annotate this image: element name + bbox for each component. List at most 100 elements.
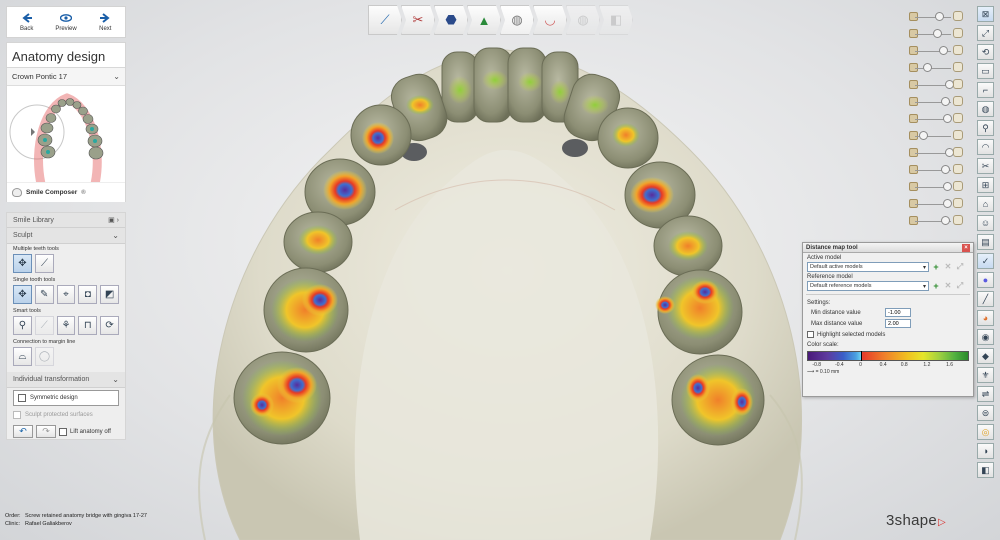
close-view-button[interactable]: ⊠	[977, 6, 994, 22]
active-model-select[interactable]: Default active models ▾	[807, 262, 929, 272]
scanbody-button[interactable]: ⌂	[977, 196, 994, 212]
smooth-teeth-tool[interactable]: ⟋	[35, 254, 54, 273]
visibility-slider[interactable]	[905, 76, 965, 93]
clip-button[interactable]: ✂	[977, 158, 994, 174]
visibility-slider[interactable]	[905, 144, 965, 161]
edit-icon[interactable]: ⤢	[955, 262, 965, 272]
eye-icon	[59, 14, 72, 22]
visibility-slider[interactable]	[905, 93, 965, 110]
box-button[interactable]: ◧	[977, 462, 994, 478]
slider-button[interactable]: ⇌	[977, 386, 994, 402]
model-icon	[953, 215, 963, 225]
chevron-down-icon: ⌄	[112, 375, 119, 384]
close-icon[interactable]: ×	[962, 243, 970, 252]
fit-view-button[interactable]: ⤢	[977, 25, 994, 41]
margin-smooth-tool[interactable]: ◯	[35, 347, 54, 366]
library-button[interactable]: ▤	[977, 234, 994, 250]
model-icon	[953, 181, 963, 191]
min-distance-label: Min distance value	[811, 309, 861, 316]
contact-tool[interactable]: ⚲	[13, 316, 32, 335]
check-button[interactable]: ✓	[977, 253, 994, 269]
layers-button[interactable]: ⊜	[977, 405, 994, 421]
scale-tick: -0.8	[812, 362, 822, 368]
frame-button[interactable]: ⊞	[977, 177, 994, 193]
step-abutment[interactable]: ▲	[467, 5, 501, 35]
single-tooth-label: Single tooth tools	[13, 277, 56, 283]
step-final[interactable]: ◧	[599, 5, 633, 35]
workflow-steps-toolbar: ⟋ ✂ ⬣ ▲ ◍ ◡ ◍ ◧	[368, 5, 633, 35]
scale-tick: 1.2	[923, 362, 931, 368]
edit-icon[interactable]: ⤢	[955, 281, 965, 291]
visibility-slider[interactable]	[905, 25, 965, 42]
step-gingiva[interactable]: ◡	[533, 5, 567, 35]
distance-map-tool-window: Distance map tool × Active model Default…	[802, 242, 974, 397]
margin-connect-tool[interactable]: ⌓	[13, 347, 32, 366]
remove-icon[interactable]: ✕	[943, 281, 953, 291]
blob-button[interactable]: ●	[977, 272, 994, 288]
rotate-view-button[interactable]: ⟲	[977, 44, 994, 60]
visibility-slider[interactable]	[905, 195, 965, 212]
tooth-chart-widget[interactable]	[7, 86, 125, 185]
redo-button[interactable]: ↷	[36, 425, 56, 438]
individual-transformation-header[interactable]: Individual transformation ⌄	[7, 372, 125, 388]
add-icon[interactable]: +	[931, 262, 941, 272]
tooth-arch-diagram[interactable]	[7, 86, 125, 185]
max-distance-input[interactable]	[885, 319, 911, 328]
step-anatomy[interactable]: ◍	[500, 5, 534, 35]
smile-library-header[interactable]: Smile Library ▣ ›	[7, 213, 125, 228]
visibility-slider[interactable]	[905, 110, 965, 127]
sculpt-header[interactable]: Sculpt ⌄	[7, 228, 125, 244]
visibility-slider[interactable]	[905, 127, 965, 144]
frame-tool[interactable]: ⊓	[78, 316, 98, 335]
color-scale-label: Color scale:	[807, 342, 839, 348]
section-button[interactable]: ▭	[977, 63, 994, 79]
visibility-slider[interactable]	[905, 59, 965, 76]
reference-model-select[interactable]: Default reference models ▾	[807, 281, 929, 291]
step-preparation[interactable]: ⟋	[368, 5, 402, 35]
tooth-view-button[interactable]: ◍	[977, 101, 994, 117]
add-remove-material-tool[interactable]: ◘	[78, 285, 98, 304]
symmetric-design-checkbox[interactable]: Symmetric design	[13, 390, 119, 406]
zoom-button[interactable]: ⚲	[977, 120, 994, 136]
highlight-selected-checkbox[interactable]: Highlight selected models	[803, 329, 973, 340]
undo-button[interactable]: ↶	[13, 425, 33, 438]
shape-button[interactable]: ◆	[977, 348, 994, 364]
step-margin[interactable]: ✂	[401, 5, 435, 35]
wax-knife-tool[interactable]: ⌖	[56, 285, 76, 304]
check-icon: ✓	[981, 255, 990, 266]
camera-button[interactable]: ◉	[977, 329, 994, 345]
step-connectors[interactable]: ◍	[566, 5, 600, 35]
color-button[interactable]: ◎	[977, 424, 994, 440]
visibility-slider[interactable]	[905, 161, 965, 178]
crown-button[interactable]: ◑	[977, 443, 994, 459]
anatomy-design-panel: Anatomy design Crown Pontic 17 ⌄ Smile C…	[6, 42, 126, 202]
rotate-tool[interactable]: ⟳	[100, 316, 119, 335]
cut-tool[interactable]: ◩	[100, 285, 119, 304]
min-distance-input[interactable]	[885, 308, 911, 317]
visibility-slider[interactable]	[905, 212, 965, 229]
distance-map-button[interactable]: ◕	[977, 310, 994, 326]
smile-composer-button[interactable]: Smile Composer ®	[7, 182, 125, 202]
visibility-slider[interactable]	[905, 42, 965, 59]
visibility-slider[interactable]	[905, 8, 965, 25]
measure-button[interactable]: ⌐	[977, 82, 994, 98]
morph-tooth-tool[interactable]: ✥	[13, 285, 32, 304]
back-button[interactable]: Back	[7, 7, 46, 37]
step-insertion[interactable]: ⬣	[434, 5, 468, 35]
gingiva-button[interactable]: ◠	[977, 139, 994, 155]
preview-button[interactable]: Preview	[46, 7, 85, 37]
cusp-tool[interactable]: ⚘	[56, 316, 76, 335]
lift-anatomy-checkbox[interactable]	[59, 427, 67, 436]
add-icon[interactable]: +	[931, 281, 941, 291]
wax-button[interactable]: ⚜	[977, 367, 994, 383]
remove-icon[interactable]: ✕	[943, 262, 953, 272]
sculpt-protected-checkbox[interactable]: Sculpt protected surfaces	[7, 408, 125, 422]
occlusion-tool[interactable]: ⟋	[34, 316, 54, 335]
ruler-button[interactable]: ╱	[977, 291, 994, 307]
next-button[interactable]: Next	[86, 7, 125, 37]
visibility-slider[interactable]	[905, 178, 965, 195]
face-button[interactable]: ☺	[977, 215, 994, 231]
tooth-selector[interactable]: Crown Pontic 17 ⌄	[7, 68, 125, 86]
morph-teeth-tool[interactable]: ✥	[13, 254, 32, 273]
brush-tool[interactable]: ✎	[34, 285, 54, 304]
